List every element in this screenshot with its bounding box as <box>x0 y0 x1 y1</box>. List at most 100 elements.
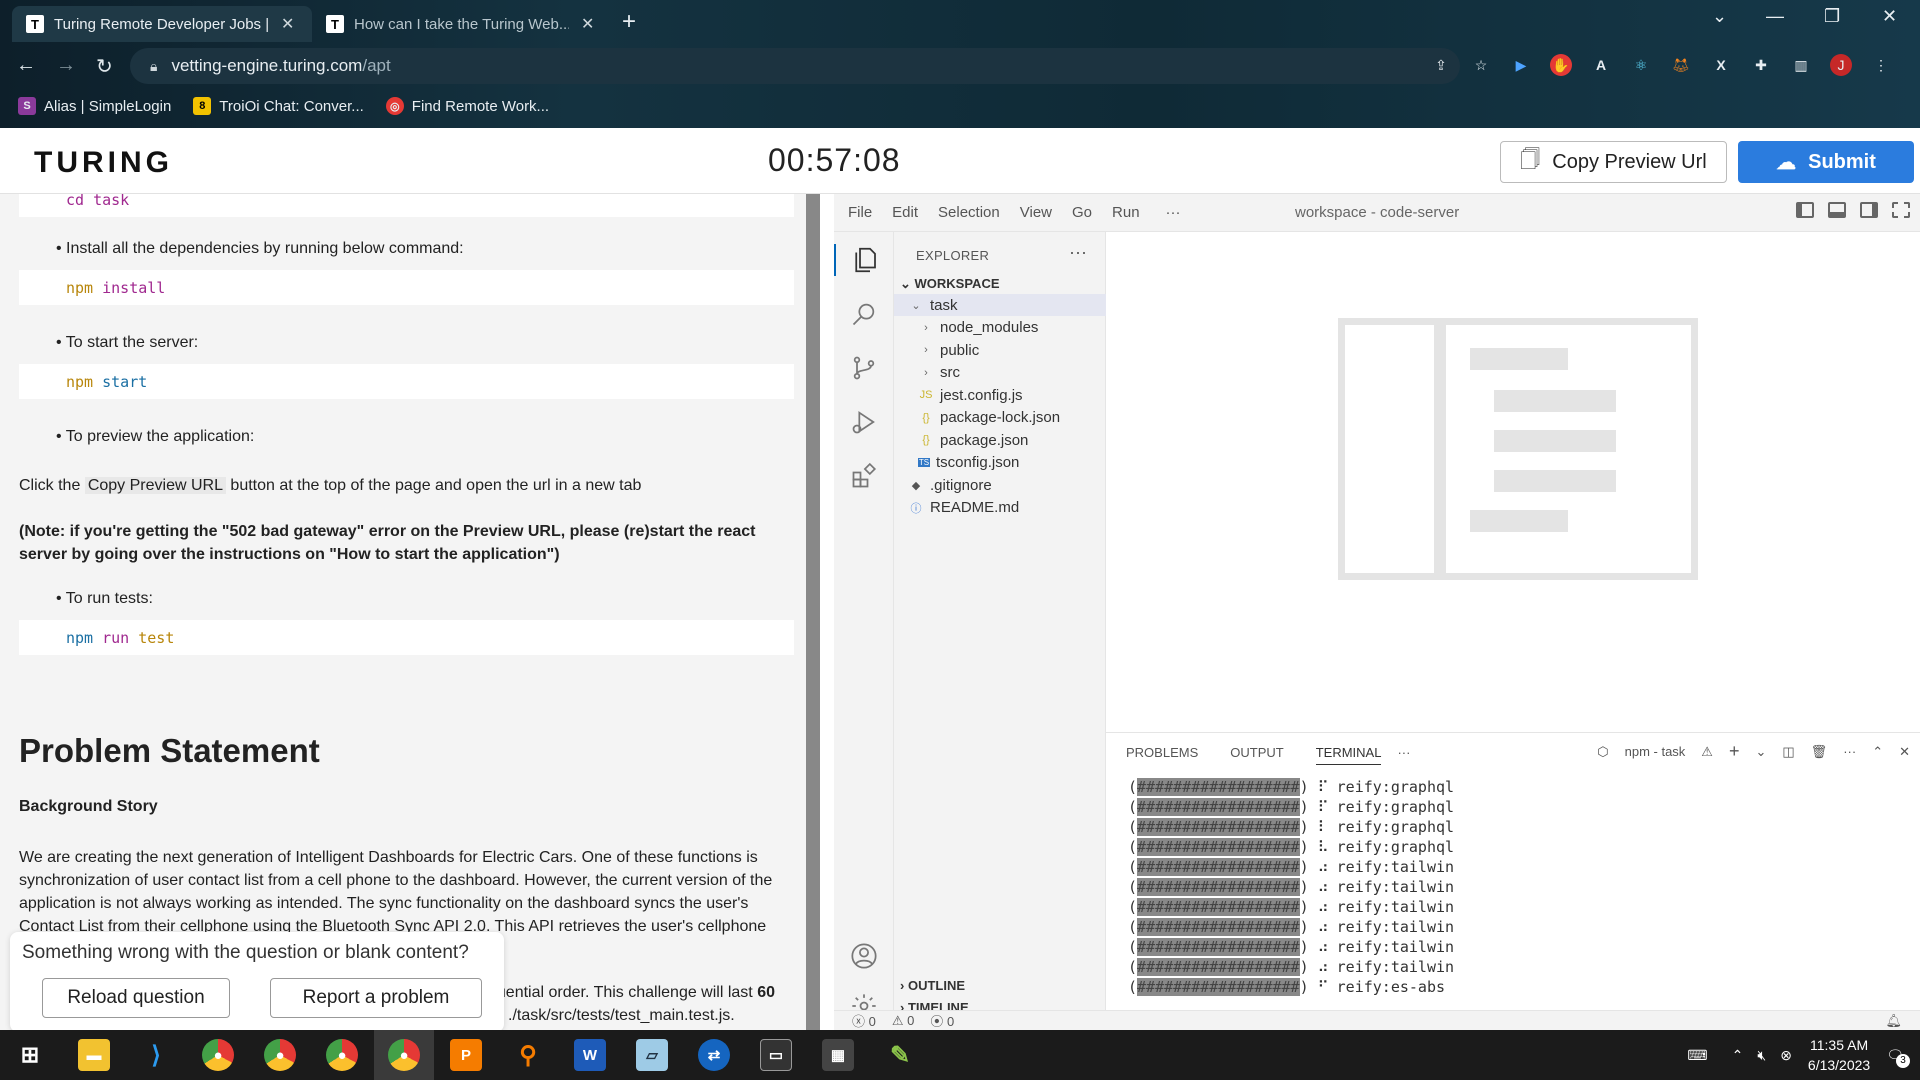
customize-layout-icon[interactable] <box>1892 202 1910 218</box>
windows-start-icon[interactable]: ⊞ <box>14 1039 46 1071</box>
panel-divider-scrollbar[interactable] <box>806 194 820 1030</box>
trash-icon[interactable]: 🗑︎ <box>1811 744 1828 760</box>
close-icon[interactable]: ✕ <box>281 14 294 34</box>
submit-button[interactable]: ☁ Submit <box>1738 141 1914 183</box>
profile-avatar[interactable]: J <box>1830 54 1852 76</box>
network-disconnected-icon[interactable]: ⊗ <box>1780 1047 1792 1064</box>
chrome-icon[interactable]: ● <box>388 1039 420 1071</box>
tree-item[interactable]: {} package-lock.json <box>894 407 1106 429</box>
forward-arrow-icon[interactable]: → <box>56 54 76 77</box>
warnings-status[interactable]: ⚠ 0 <box>892 1013 915 1029</box>
terminal-output[interactable]: (##################) ⠏ reify:graphql (####… <box>1128 777 1454 997</box>
cursor-extension-icon[interactable]: ▶ <box>1510 54 1532 76</box>
tree-item[interactable]: TS tsconfig.json <box>894 452 1106 474</box>
volume-muted-icon[interactable]: 🔇︎ <box>1757 1047 1766 1064</box>
reload-question-button[interactable]: Reload question <box>42 978 230 1018</box>
notification-bell-icon[interactable]: 🔔︎ <box>1885 1013 1902 1029</box>
new-tab-plus-icon[interactable]: + <box>622 8 636 36</box>
menu-file[interactable]: File <box>848 204 872 221</box>
tab-how-to-take[interactable]: T How can I take the Turing Web... ✕ <box>312 6 612 42</box>
minimize-icon[interactable]: — <box>1766 6 1784 27</box>
tab-output[interactable]: OUTPUT <box>1230 745 1283 765</box>
ports-status[interactable]: ⦿ 0 <box>930 1011 954 1030</box>
puzzle-extensions-icon[interactable]: ✚ <box>1750 54 1772 76</box>
notes-app-icon[interactable]: ▱ <box>636 1039 668 1071</box>
tree-item[interactable]: ◆ .gitignore <box>894 474 1106 496</box>
tree-item[interactable]: › src <box>894 362 1106 384</box>
report-problem-button[interactable]: Report a problem <box>270 978 482 1018</box>
more-actions-icon[interactable]: ··· <box>1069 242 1087 263</box>
address-bar[interactable]: 🔒︎ vetting-engine.turing.com/apt <box>130 48 1460 84</box>
reload-icon[interactable]: ↻ <box>96 54 113 79</box>
keyboard-icon[interactable]: ⌨ <box>1687 1047 1707 1064</box>
word-icon[interactable]: W <box>574 1039 606 1071</box>
chevron-up-icon[interactable]: ⌃ <box>1732 1047 1744 1064</box>
system-clock[interactable]: 11:35 AM 6/13/2023 <box>1808 1035 1870 1075</box>
menu-run[interactable]: Run <box>1112 204 1140 221</box>
chrome-icon[interactable]: ● <box>202 1039 234 1071</box>
tab-search-chevron-icon[interactable]: ⌄ <box>1712 6 1727 27</box>
pdf-app-icon[interactable]: P <box>450 1039 482 1071</box>
split-terminal-icon[interactable]: ◫ <box>1782 744 1794 760</box>
tab-turing-jobs[interactable]: T Turing Remote Developer Jobs | ... ✕ <box>12 6 312 42</box>
bookmark-troioi[interactable]: 8 TroiOi Chat: Conver... <box>193 97 364 115</box>
maximize-chevron-up-icon[interactable]: ⌃ <box>1872 744 1883 760</box>
bookmark-simplelogin[interactable]: S Alias | SimpleLogin <box>18 97 171 115</box>
tree-item[interactable]: › public <box>894 339 1106 361</box>
x-extension-icon[interactable]: X <box>1710 54 1732 76</box>
chevron-down-icon[interactable]: ⌄ <box>1755 744 1766 760</box>
tree-item[interactable]: ⌄ task <box>894 294 1106 316</box>
share-icon[interactable]: ⇪ <box>1430 54 1452 76</box>
toggle-panel-icon[interactable] <box>1828 202 1846 218</box>
close-icon[interactable]: ✕ <box>581 14 594 34</box>
menu-edit[interactable]: Edit <box>892 204 918 221</box>
copy-preview-url-button[interactable]: 🗍 Copy Preview Url <box>1500 141 1727 183</box>
restore-icon[interactable]: ❐ <box>1824 6 1840 27</box>
tab-problems[interactable]: PROBLEMS <box>1126 745 1198 765</box>
menu-go[interactable]: Go <box>1072 204 1092 221</box>
side-panel-icon[interactable]: ▥ <box>1790 54 1812 76</box>
chrome-icon[interactable]: ● <box>326 1039 358 1071</box>
errors-status[interactable]: ⓧ 0 <box>852 1011 876 1030</box>
source-control-icon[interactable] <box>848 352 880 384</box>
explorer-icon[interactable] <box>834 244 894 276</box>
menu-kebab-icon[interactable]: ⋮ <box>1870 54 1892 76</box>
menu-view[interactable]: View <box>1020 204 1052 221</box>
close-window-icon[interactable]: ✕ <box>1882 6 1897 27</box>
hand-stop-extension-icon[interactable]: ✋ <box>1550 54 1572 76</box>
tree-item[interactable]: › node_modules <box>894 317 1106 339</box>
toggle-sidebar-icon[interactable] <box>1796 202 1814 218</box>
tree-item[interactable]: JS jest.config.js <box>894 384 1106 406</box>
workspace-section[interactable]: ⌄ WORKSPACE <box>900 276 1000 292</box>
terminal-task-label[interactable]: npm - task <box>1625 744 1686 759</box>
tree-item[interactable]: ⓘ README.md <box>894 497 1106 519</box>
file-explorer-icon[interactable]: ▬ <box>78 1039 110 1071</box>
toggle-secondary-sidebar-icon[interactable] <box>1860 202 1878 218</box>
new-terminal-plus-icon[interactable]: + <box>1729 741 1740 762</box>
bookmark-star-icon[interactable]: ☆ <box>1470 54 1492 76</box>
teamviewer-icon[interactable]: ⇄ <box>698 1039 730 1071</box>
menu-more[interactable]: ··· <box>1166 204 1181 221</box>
vscode-icon[interactable]: ⟩ <box>140 1039 172 1071</box>
outline-section[interactable]: › OUTLINE <box>900 978 965 993</box>
notification-center-icon[interactable]: 🗨︎ 3 <box>1886 1047 1910 1068</box>
menu-selection[interactable]: Selection <box>938 204 1000 221</box>
chrome-icon[interactable]: ● <box>264 1039 296 1071</box>
back-arrow-icon[interactable]: ← <box>16 54 36 77</box>
more-icon[interactable]: ··· <box>1843 744 1856 759</box>
font-a-extension-icon[interactable]: A <box>1590 54 1612 76</box>
react-devtools-icon[interactable]: ⚛ <box>1630 54 1652 76</box>
close-panel-icon[interactable]: ✕ <box>1899 744 1910 760</box>
paint-app-icon[interactable]: ✎ <box>884 1039 916 1071</box>
tree-item[interactable]: {} package.json <box>894 429 1106 451</box>
metamask-fox-icon[interactable]: 🦊︎ <box>1670 54 1692 76</box>
tab-terminal[interactable]: TERMINAL <box>1315 745 1382 765</box>
extensions-icon[interactable] <box>848 460 880 492</box>
search-icon[interactable] <box>848 298 880 330</box>
run-debug-icon[interactable] <box>848 406 880 438</box>
terminal-app-icon[interactable]: ▭ <box>760 1039 792 1071</box>
account-icon[interactable] <box>848 940 880 972</box>
search-app-icon[interactable]: ⚲ <box>512 1039 544 1071</box>
bookmark-find-remote-work[interactable]: ◎ Find Remote Work... <box>385 97 549 115</box>
tab-more[interactable]: ··· <box>1397 745 1410 765</box>
